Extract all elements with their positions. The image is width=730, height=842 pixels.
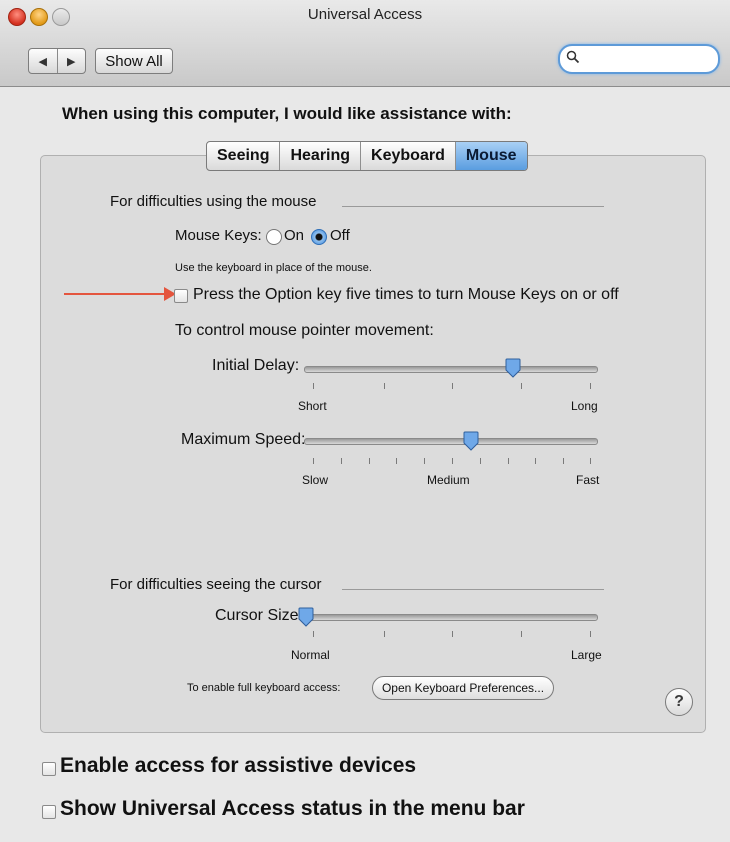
cursor-size-max-label: Large	[571, 648, 602, 662]
nav-group: ◀ ▶	[28, 48, 86, 74]
title-bar: Universal Access ◀ ▶ Show All	[0, 0, 730, 87]
help-button[interactable]: ?	[665, 688, 693, 716]
initial-delay-label: Initial Delay:	[212, 357, 300, 374]
forward-button[interactable]: ▶	[56, 49, 86, 73]
maximum-speed-thumb[interactable]	[463, 431, 479, 451]
help-icon: ?	[674, 693, 684, 710]
mouse-keys-label: Mouse Keys:	[175, 227, 262, 244]
maximum-speed-track[interactable]	[304, 438, 598, 445]
cursor-size-label: Cursor Size:	[215, 607, 304, 624]
initial-delay-tick	[384, 383, 385, 389]
maximum-speed-tick	[313, 458, 314, 464]
open-keyboard-preferences-button[interactable]: Open Keyboard Preferences...	[372, 676, 554, 700]
initial-delay-tick	[313, 383, 314, 389]
initial-delay-thumb[interactable]	[505, 358, 521, 378]
forward-icon: ▶	[67, 55, 76, 68]
tab-seeing[interactable]: Seeing	[207, 142, 279, 170]
initial-delay-min-label: Short	[298, 399, 327, 413]
mouse-keys-on-label: On	[284, 227, 305, 244]
keyboard-access-hint: To enable full keyboard access:	[187, 682, 341, 694]
cursor-section-divider	[342, 589, 604, 590]
annotation-arrow	[64, 293, 172, 295]
cursor-section-title: For difficulties seeing the cursor	[110, 576, 322, 593]
initial-delay-tick	[452, 383, 453, 389]
page-heading: When using this computer, I would like a…	[62, 104, 512, 123]
tab-bar: Seeing Hearing Keyboard Mouse	[206, 141, 528, 171]
search-icon	[566, 50, 580, 67]
maximum-speed-tick	[452, 458, 453, 464]
mouse-keys-on-radio[interactable]	[266, 229, 282, 245]
initial-delay-tick	[521, 383, 522, 389]
initial-delay-track[interactable]	[304, 366, 598, 373]
initial-delay-tick	[590, 383, 591, 389]
maximum-speed-tick	[396, 458, 397, 464]
maximum-speed-tick	[508, 458, 509, 464]
cursor-size-min-label: Normal	[291, 648, 330, 662]
maximum-speed-mid-label: Medium	[427, 473, 470, 487]
maximum-speed-tick	[341, 458, 342, 464]
maximum-speed-tick	[369, 458, 370, 464]
tab-mouse[interactable]: Mouse	[454, 142, 527, 170]
maximum-speed-tick	[535, 458, 536, 464]
universal-access-window: Universal Access ◀ ▶ Show All When using…	[0, 0, 730, 842]
maximum-speed-tick	[590, 458, 591, 464]
cursor-size-tick	[313, 631, 314, 637]
maximum-speed-min-label: Slow	[302, 473, 329, 487]
maximum-speed-label: Maximum Speed:	[181, 431, 306, 448]
cursor-size-thumb[interactable]	[298, 607, 314, 627]
mouse-section-divider	[342, 206, 604, 207]
cursor-size-tick	[384, 631, 385, 637]
option-key-checkbox[interactable]	[174, 289, 188, 303]
menu-bar-status-checkbox[interactable]	[42, 805, 56, 819]
tab-hearing[interactable]: Hearing	[279, 142, 360, 170]
cursor-size-track[interactable]	[304, 614, 598, 621]
assistive-devices-checkbox[interactable]	[42, 762, 56, 776]
tab-keyboard[interactable]: Keyboard	[360, 142, 455, 170]
initial-delay-max-label: Long	[571, 399, 598, 413]
cursor-size-tick	[452, 631, 453, 637]
option-key-label: Press the Option key five times to turn …	[193, 286, 619, 303]
mouse-section-title: For difficulties using the mouse	[110, 193, 317, 210]
pointer-movement-title: To control mouse pointer movement:	[175, 322, 434, 339]
window-title: Universal Access	[307, 6, 423, 23]
maximum-speed-tick	[480, 458, 481, 464]
search-input[interactable]	[558, 44, 720, 74]
back-button[interactable]: ◀	[29, 49, 57, 73]
mouse-keys-off-radio[interactable]	[311, 229, 327, 245]
maximum-speed-tick	[424, 458, 425, 464]
mouse-keys-hint: Use the keyboard in place of the mouse.	[175, 262, 372, 274]
back-icon: ◀	[38, 55, 47, 68]
maximum-speed-max-label: Fast	[576, 473, 600, 487]
show-all-button[interactable]: Show All	[95, 48, 173, 74]
menu-bar-status-label: Show Universal Access status in the menu…	[60, 797, 525, 820]
cursor-size-tick	[521, 631, 522, 637]
mouse-keys-off-label: Off	[330, 227, 350, 244]
maximum-speed-tick	[563, 458, 564, 464]
cursor-size-tick	[590, 631, 591, 637]
assistive-devices-label: Enable access for assistive devices	[60, 754, 417, 777]
